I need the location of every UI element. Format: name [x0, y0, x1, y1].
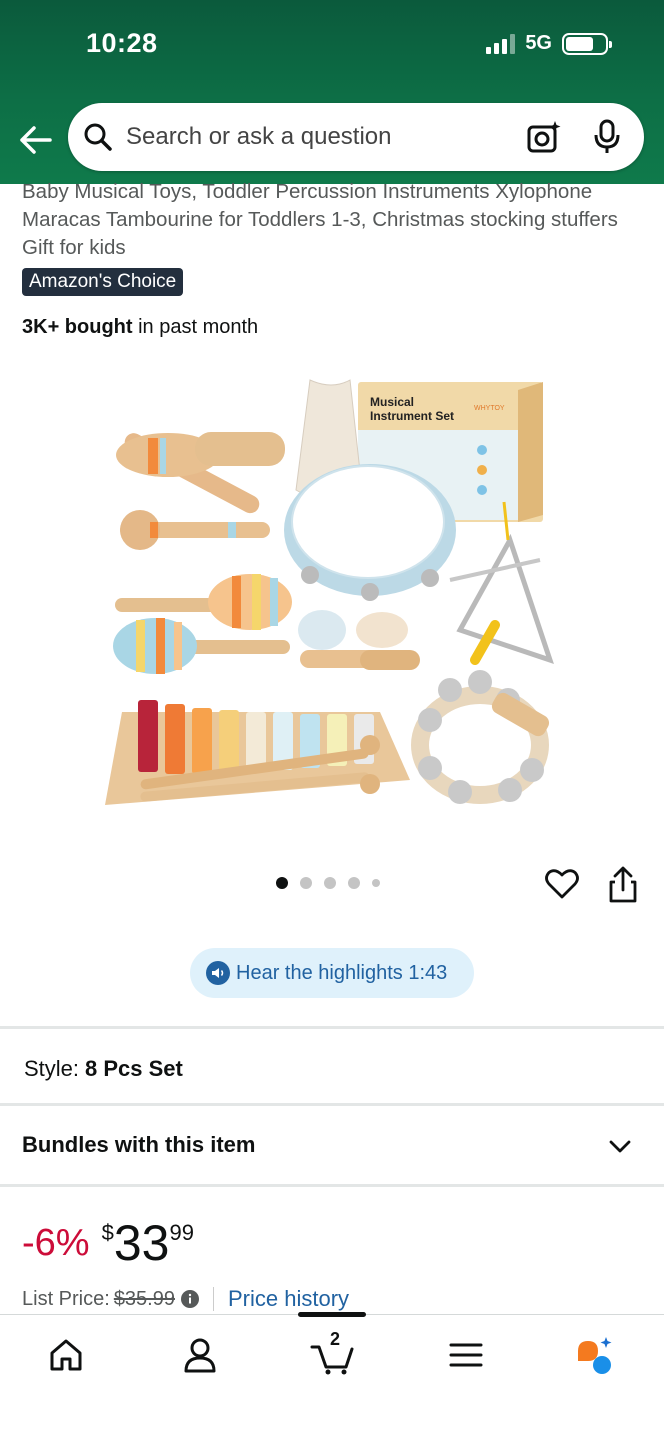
divider: [0, 1184, 664, 1187]
style-selector[interactable]: Style: 8 Pcs Set: [24, 1056, 183, 1082]
carousel-dot[interactable]: [276, 877, 288, 889]
carousel-dot[interactable]: [300, 877, 312, 889]
bought-count: 3K+ bought in past month: [22, 316, 258, 339]
cart-count: 2: [330, 1329, 341, 1349]
hear-highlights-label: Hear the highlights 1:43: [236, 961, 448, 984]
chevron-down-icon: [609, 1140, 631, 1153]
product-title: Baby Musical Toys, Toddler Percussion In…: [22, 180, 618, 259]
network-label: 5G: [525, 32, 552, 54]
box-text-line2: Instrument Set: [370, 409, 454, 423]
price-whole: 33: [113, 1215, 170, 1271]
signal-icon: [486, 33, 516, 54]
battery-icon: [562, 32, 612, 55]
list-price-value: $35.99: [113, 1287, 175, 1310]
rufus-assistant-icon[interactable]: [574, 1335, 614, 1375]
search-bar[interactable]: [68, 103, 644, 171]
list-price-label: List Price:: [22, 1287, 110, 1310]
divider: [0, 1026, 664, 1029]
price-currency: $: [101, 1220, 114, 1245]
bought-count-rest: in past month: [132, 316, 259, 338]
style-label: Style:: [24, 1056, 80, 1081]
product-image[interactable]: Musical Instrument Set WHYTOY: [100, 360, 570, 830]
heart-icon[interactable]: [544, 866, 580, 902]
account-icon[interactable]: [180, 1335, 220, 1375]
microphone-icon[interactable]: [592, 119, 622, 155]
carousel-dot[interactable]: [324, 877, 336, 889]
style-value: 8 Pcs Set: [85, 1056, 183, 1081]
audio-speaker-icon: [206, 961, 230, 985]
header: 10:28 5G: [0, 0, 664, 184]
info-icon[interactable]: [180, 1290, 199, 1308]
bought-count-bold: 3K+ bought: [22, 316, 133, 338]
box-brand: WHYTOY: [474, 405, 505, 412]
price-block: -6% $ 33 99: [22, 1215, 194, 1272]
price-history-link[interactable]: Price history: [228, 1286, 349, 1312]
divider: [0, 1103, 664, 1106]
hear-highlights-button[interactable]: Hear the highlights 1:43: [190, 948, 474, 998]
carousel-dot[interactable]: [372, 879, 380, 887]
price-fraction: 99: [169, 1220, 194, 1245]
image-carousel-dots[interactable]: [276, 877, 380, 889]
camera-lens-icon[interactable]: [526, 119, 562, 155]
separator: [212, 1287, 214, 1311]
active-tab-indicator: [298, 1312, 366, 1317]
share-icon[interactable]: [606, 866, 640, 904]
discount-percent: -6%: [22, 1222, 90, 1264]
amazons-choice-badge: Amazon's Choice: [22, 268, 184, 296]
status-indicators: 5G: [486, 32, 612, 55]
search-icon: [84, 123, 112, 151]
bottom-nav: 2: [0, 1312, 664, 1440]
status-time: 10:28: [86, 28, 158, 58]
menu-icon[interactable]: [446, 1335, 486, 1375]
list-price-row: List Price: $35.99 Price history: [22, 1286, 349, 1312]
search-input[interactable]: [126, 121, 506, 153]
bundles-expander[interactable]: Bundles with this item: [0, 1108, 664, 1184]
carousel-dot[interactable]: [348, 877, 360, 889]
box-text-line1: Musical: [370, 395, 414, 409]
bundles-label: Bundles with this item: [22, 1132, 256, 1157]
back-arrow-icon[interactable]: [16, 120, 56, 160]
home-icon[interactable]: [46, 1335, 86, 1375]
